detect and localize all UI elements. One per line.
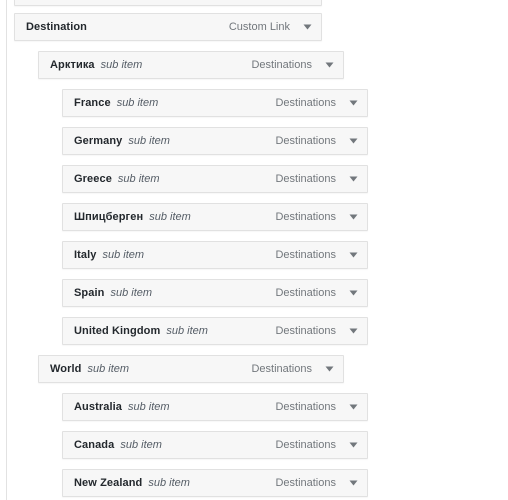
menu-item-type-label: Destinations <box>275 401 336 413</box>
chevron-down-icon[interactable] <box>324 366 334 372</box>
chevron-down-icon[interactable] <box>302 24 312 30</box>
menu-item-title: Germany <box>74 135 123 147</box>
menu-item-sub-label: sub item <box>127 401 170 413</box>
menu-item-type-label: Destinations <box>251 363 312 375</box>
menu-item-type-label: Destinations <box>275 477 336 489</box>
chevron-down-icon[interactable] <box>348 214 358 220</box>
menu-item-row[interactable]: Greece sub item Destinations <box>62 165 368 193</box>
menu-item-title: Canada <box>74 439 115 451</box>
menu-item-type-label: Destinations <box>251 59 312 71</box>
menu-item-sub-label: sub item <box>128 135 170 147</box>
menu-item-title: Арктика <box>50 59 95 71</box>
menu-item-row[interactable]: World sub item Destinations <box>38 355 344 383</box>
menu-item-sub-label: sub item <box>116 97 159 109</box>
menu-item-type-label: Destinations <box>275 173 336 185</box>
menu-item-type-label: Destinations <box>275 211 336 223</box>
menu-item-row[interactable] <box>14 0 322 6</box>
menu-item-row[interactable]: Арктика sub item Destinations <box>38 51 344 79</box>
chevron-down-icon[interactable] <box>348 290 358 296</box>
menu-structure-list: Destination Custom Link Арктика sub item Des… <box>0 0 508 500</box>
menu-item-row[interactable]: Шпицберген sub item Destinations <box>62 203 368 231</box>
menu-item-type-label: Destinations <box>275 439 336 451</box>
menu-item-title: Spain <box>74 287 105 299</box>
menu-item-sub-label: sub item <box>87 363 130 375</box>
menu-item-row[interactable]: Canada sub item Destinations <box>62 431 368 459</box>
menu-item-row[interactable]: Germany sub item Destinations <box>62 127 368 155</box>
chevron-down-icon[interactable] <box>348 138 358 144</box>
menu-item-type-label: Destinations <box>275 97 336 109</box>
chevron-down-icon[interactable] <box>348 328 358 334</box>
menu-item-sub-label: sub item <box>110 287 153 299</box>
menu-item-row[interactable]: Destination Custom Link <box>14 13 322 41</box>
chevron-down-icon[interactable] <box>348 252 358 258</box>
menu-item-row[interactable]: United Kingdom sub item Destinations <box>62 317 368 345</box>
menu-item-type-label: Destinations <box>275 249 336 261</box>
menu-item-sub-label: sub item <box>120 439 162 451</box>
menu-item-type-label: Custom Link <box>228 21 290 33</box>
menu-item-row[interactable]: France sub item Destinations <box>62 89 368 117</box>
menu-item-title: United Kingdom <box>74 325 161 337</box>
menu-item-title: Greece <box>74 173 112 185</box>
chevron-down-icon[interactable] <box>348 100 358 106</box>
menu-item-sub-label: sub item <box>166 325 208 337</box>
menu-item-title: Destination <box>26 21 87 33</box>
menu-item-title: France <box>74 97 111 109</box>
menu-item-sub-label: sub item <box>148 477 190 489</box>
menu-item-row[interactable]: Italy sub item Destinations <box>62 241 368 269</box>
menu-item-row[interactable]: Spain sub item Destinations <box>62 279 368 307</box>
chevron-down-icon[interactable] <box>348 442 358 448</box>
menu-item-sub-label: sub item <box>100 59 143 71</box>
chevron-down-icon[interactable] <box>324 62 334 68</box>
menu-item-sub-label: sub item <box>149 211 191 223</box>
chevron-down-icon[interactable] <box>348 404 358 410</box>
chevron-down-icon[interactable] <box>348 176 358 182</box>
menu-item-row[interactable]: Australia sub item Destinations <box>62 393 368 421</box>
menu-item-type-label: Destinations <box>275 325 336 337</box>
menu-item-title: New Zealand <box>74 477 143 489</box>
menu-item-title: Шпицберген <box>74 211 144 223</box>
menu-item-sub-label: sub item <box>117 173 160 185</box>
chevron-down-icon[interactable] <box>348 480 358 486</box>
menu-item-title: Italy <box>74 249 97 261</box>
menu-item-title: Australia <box>74 401 122 413</box>
menu-item-type-label: Destinations <box>275 287 336 299</box>
menu-item-type-label: Destinations <box>275 135 336 147</box>
menu-item-title: World <box>50 363 82 375</box>
menu-item-sub-label: sub item <box>102 249 145 261</box>
menu-item-row[interactable]: New Zealand sub item Destinations <box>62 469 368 497</box>
